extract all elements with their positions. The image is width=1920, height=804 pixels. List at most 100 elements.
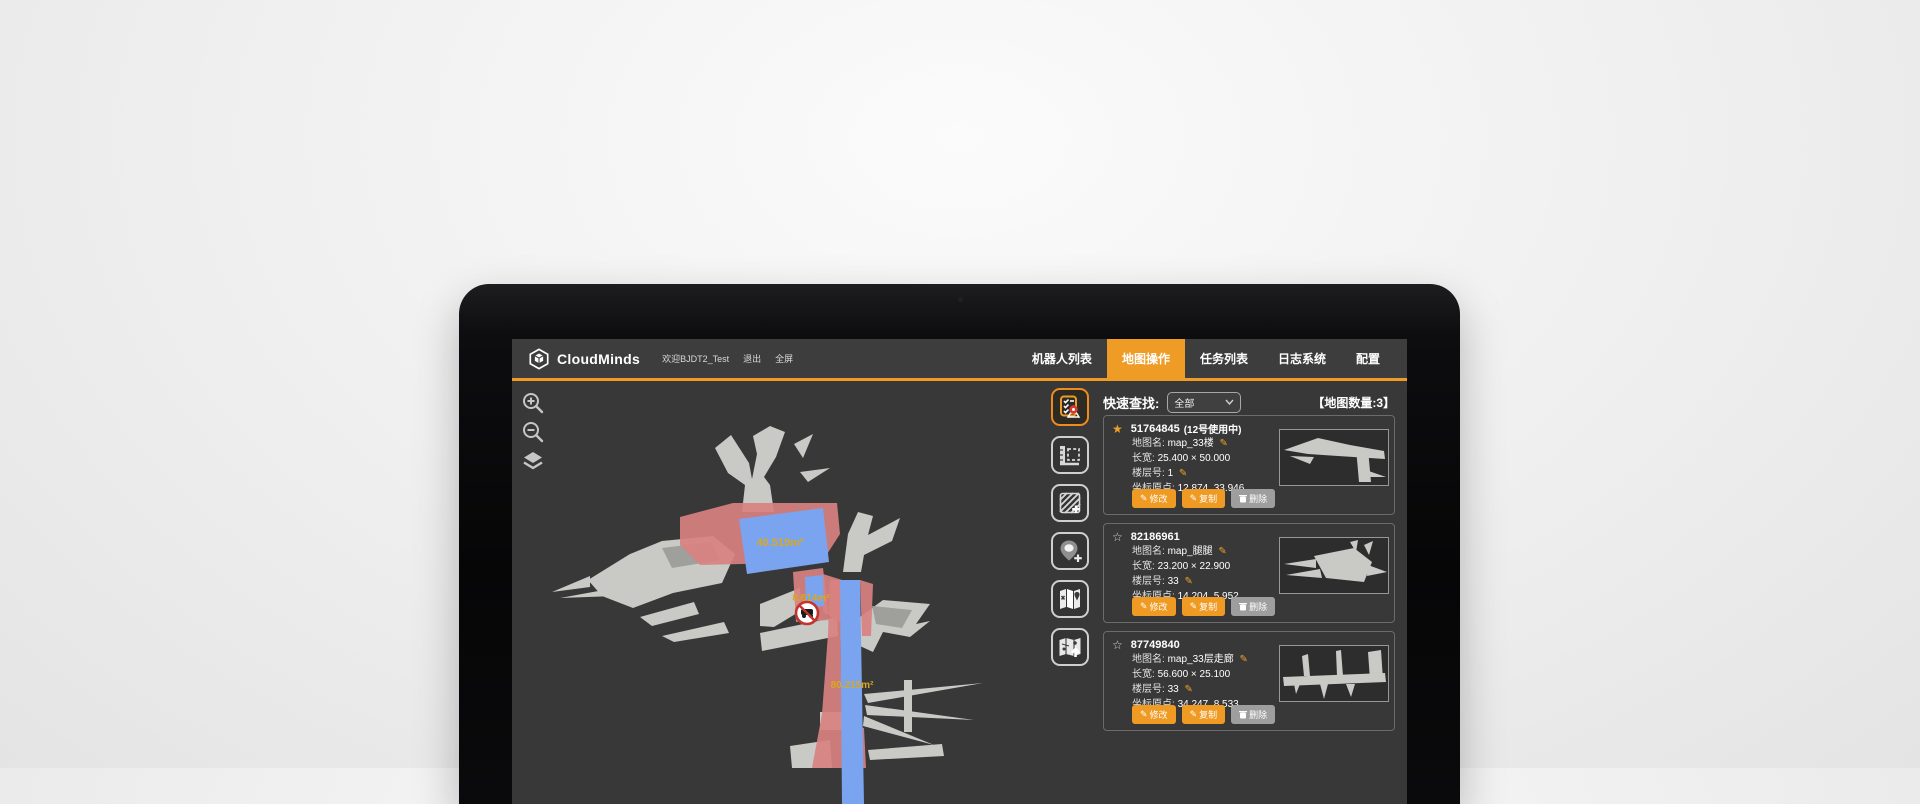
modify-button[interactable]: ✎ 修改 [1132,705,1176,724]
panel-header: 快速查找: 全部 【地图数量:3】 [1103,390,1395,414]
trash-icon [1239,710,1247,719]
nav-map-operations[interactable]: 地图操作 [1107,339,1185,378]
chevron-down-icon [1225,399,1234,405]
map-thumbnail[interactable] [1279,645,1389,702]
zone-area-label: 40.519m² [756,537,803,549]
pencil-icon: ✎ [1140,601,1148,612]
copy-button[interactable]: ✎ 复制 [1182,705,1226,724]
measure-area-tool-button[interactable] [1051,436,1089,474]
task-checklist-pin-icon [1057,394,1083,420]
trash-icon [1239,602,1247,611]
map-floor-value: 33 [1168,684,1179,695]
account-links: 欢迎BJDT2_Test 退出 全屏 [662,352,793,365]
pencil-icon: ✎ [1140,493,1148,504]
measure-area-icon [1057,442,1083,468]
map-thumbnail[interactable] [1279,537,1389,594]
brand-name: CloudMinds [557,351,640,367]
pencil-icon: ✎ [1190,709,1198,720]
map-id: 82186961 [1131,531,1180,543]
laptop-frame: CloudMinds 欢迎BJDT2_Test 退出 全屏 机器人列表 地图操作… [459,284,1460,804]
dropdown-value: 全部 [1174,395,1194,410]
edit-pencil-icon[interactable]: ✎ [1179,468,1187,479]
add-zone-tool-button[interactable] [1051,484,1089,522]
zoom-in-icon [521,391,545,415]
zoom-in-button[interactable] [520,390,546,416]
map-count-label: 【地图数量:3】 [1312,394,1395,411]
folded-map-pin-icon [1057,586,1083,612]
map-upload-icon [1057,634,1083,660]
delete-button[interactable]: 删除 [1231,489,1275,508]
map-size-value: 25.400 × 50.000 [1158,453,1231,464]
map-id: 87749840 [1131,639,1180,651]
layers-button[interactable] [520,448,546,474]
map-thumbnail-image [1280,646,1388,701]
cloudminds-logo-icon [528,348,550,370]
modify-button[interactable]: ✎ 修改 [1132,489,1176,508]
fullscreen-link[interactable]: 全屏 [775,352,793,365]
map-tool-column [1051,388,1093,676]
task-records-tool-button[interactable] [1051,388,1089,426]
top-navigation-bar: CloudMinds 欢迎BJDT2_Test 退出 全屏 机器人列表 地图操作… [512,339,1407,381]
app-window: CloudMinds 欢迎BJDT2_Test 退出 全屏 机器人列表 地图操作… [512,339,1407,804]
card-actions: ✎ 修改 ✎ 复制 [1132,597,1275,616]
main-content: 40.519m² 8.614m² 80.215m² [512,384,1407,804]
map-size-value: 23.200 × 22.900 [1158,561,1231,572]
map-card[interactable]: ☆ 87749840 地图名: map_33层走廊 ✎ 长宽: 56.600 ×… [1103,631,1395,731]
edit-pencil-icon[interactable]: ✎ [1218,546,1226,557]
quick-search-label: 快速查找: [1103,393,1159,412]
star-outline-icon[interactable]: ☆ [1112,639,1123,651]
nav-log-system[interactable]: 日志系统 [1263,339,1341,378]
zone-area-label: 80.215m² [831,680,874,691]
no-entry-sign-icon[interactable] [796,602,818,624]
lidar-scan-blobs [552,426,983,768]
delete-button[interactable]: 删除 [1231,705,1275,724]
search-filter-dropdown[interactable]: 全部 [1167,392,1241,413]
modify-button[interactable]: ✎ 修改 [1132,597,1176,616]
edit-pencil-icon[interactable]: ✎ [1239,654,1247,665]
main-nav: 机器人列表 地图操作 任务列表 日志系统 配置 [1017,339,1395,378]
pencil-icon: ✎ [1140,709,1148,720]
map-thumbnail-image [1280,430,1388,485]
add-point-tool-button[interactable] [1051,532,1089,570]
nav-config[interactable]: 配置 [1341,339,1395,378]
map-in-use-badge: (12号使用中) [1184,421,1242,436]
pencil-icon: ✎ [1190,601,1198,612]
trash-icon [1239,494,1247,503]
map-id: 51764845 [1131,423,1180,435]
star-filled-icon[interactable]: ★ [1112,423,1123,435]
welcome-text: 欢迎BJDT2_Test [662,352,729,365]
hatched-zone-add-icon [1057,490,1083,516]
map-name-value: map_腿腿 [1168,546,1213,557]
map-floor-value: 33 [1168,576,1179,587]
logout-link[interactable]: 退出 [743,352,761,365]
nav-task-list[interactable]: 任务列表 [1185,339,1263,378]
map-name-value: map_33层走廊 [1168,654,1234,665]
nav-robot-list[interactable]: 机器人列表 [1017,339,1107,378]
map-zoom-controls [520,390,546,474]
delete-button[interactable]: 删除 [1231,597,1275,616]
card-actions: ✎ 修改 ✎ 复制 [1132,489,1275,508]
zoom-out-icon [521,420,545,444]
card-actions: ✎ 修改 ✎ 复制 [1132,705,1275,724]
edit-pencil-icon[interactable]: ✎ [1219,438,1227,449]
map-size-value: 56.600 × 25.100 [1158,669,1231,680]
map-thumbnail[interactable] [1279,429,1389,486]
map-card[interactable]: ☆ 82186961 地图名: map_腿腿 ✎ 长宽: 23.200 × 22… [1103,523,1395,623]
location-pin-add-icon [1057,538,1083,564]
map-card[interactable]: ★ 51764845 (12号使用中) 地图名: map_33楼 ✎ 长宽: 2… [1103,415,1395,515]
copy-button[interactable]: ✎ 复制 [1182,489,1226,508]
webcam-icon [958,297,963,302]
layers-icon [521,449,545,473]
map-canvas[interactable]: 40.519m² 8.614m² 80.215m² [512,384,1057,804]
edit-pencil-icon[interactable]: ✎ [1184,576,1192,587]
upload-map-tool-button[interactable] [1051,628,1089,666]
map-card-list: ★ 51764845 (12号使用中) 地图名: map_33楼 ✎ 长宽: 2… [1103,415,1395,739]
zoom-out-button[interactable] [520,419,546,445]
brand: CloudMinds [528,348,640,370]
copy-button[interactable]: ✎ 复制 [1182,597,1226,616]
star-outline-icon[interactable]: ☆ [1112,531,1123,543]
map-floor-value: 1 [1168,468,1174,479]
map-marker-tool-button[interactable] [1051,580,1089,618]
edit-pencil-icon[interactable]: ✎ [1184,684,1192,695]
map-name-value: map_33楼 [1168,438,1214,449]
